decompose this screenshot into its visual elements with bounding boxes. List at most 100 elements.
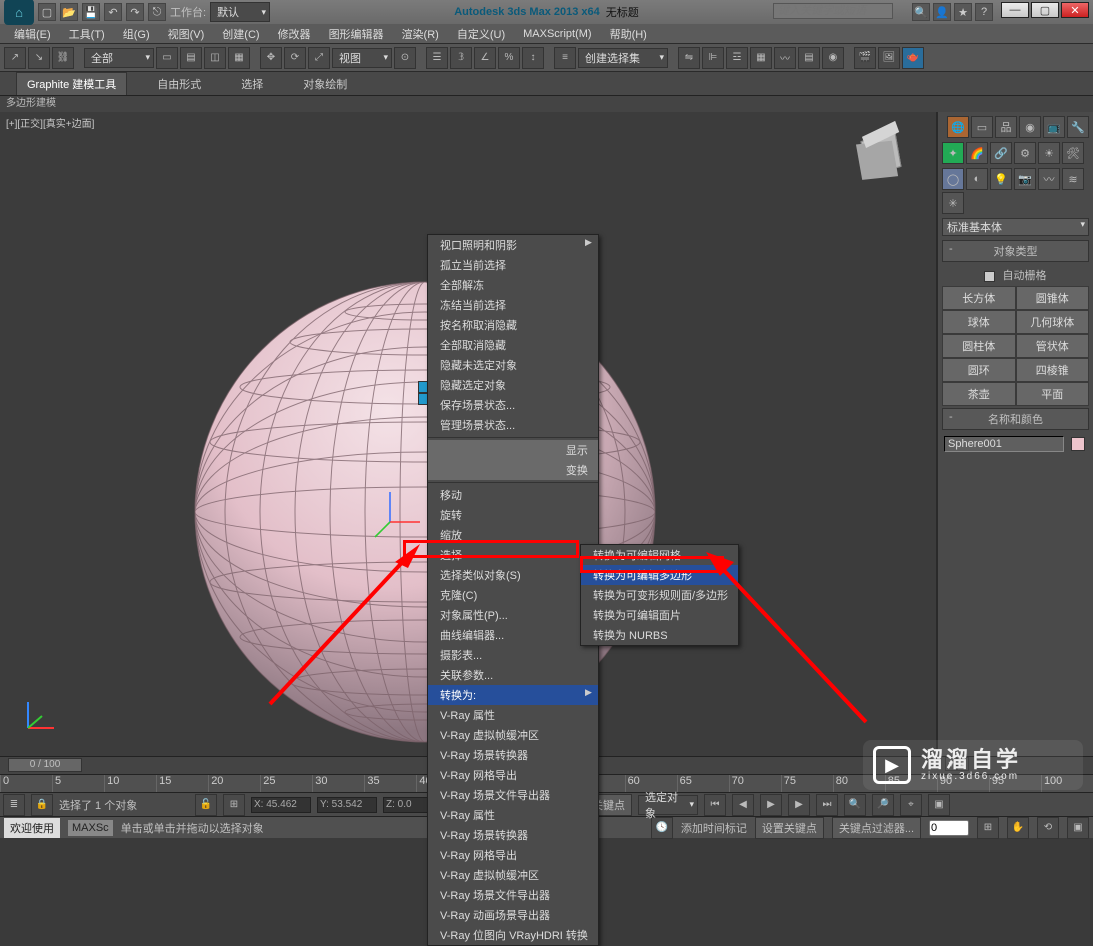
context-submenu[interactable]: 转换为可编辑网格转换为可编辑多边形转换为可变形规则面/多边形转换为可编辑面片转换… [580,544,739,646]
menu-编辑(E)[interactable]: 编辑(E) [6,24,59,44]
ctx-item[interactable]: V-Ray 网格导出 [428,765,598,785]
modify-tab-icon[interactable]: 🌈 [966,142,988,164]
unlink-tool-icon[interactable]: ↘ [28,47,50,69]
goto-start-icon[interactable]: ⏮ [704,794,726,816]
object-type-button[interactable]: 四棱锥 [1016,358,1090,382]
ctx-item[interactable]: 孤立当前选择 [428,255,598,275]
ctx-item[interactable]: 转换为: [428,685,598,705]
menu-自定义(U)[interactable]: 自定义(U) [449,24,513,44]
pivot-icon[interactable]: ⊙ [394,47,416,69]
lookup-icon[interactable]: 🔍 [912,3,930,21]
systems-icon[interactable]: ✳ [942,192,964,214]
play-icon[interactable]: ▶ [760,794,782,816]
material-icon[interactable]: ◉ [822,47,844,69]
save-icon[interactable]: 💾 [82,3,100,21]
util-tab-icon[interactable]: 🛠 [1062,142,1084,164]
motion-icon[interactable]: ◉ [1019,116,1041,138]
script-icon[interactable]: ≣ [3,794,25,816]
ctx-item[interactable]: 对象属性(P)... [428,605,598,625]
ribbon-tab[interactable]: 自由形式 [147,73,211,95]
render-frame-icon[interactable]: 🖼 [878,47,900,69]
menu-帮助(H)[interactable]: 帮助(H) [602,24,655,44]
ctx-item[interactable]: V-Ray 场景文件导出器 [428,885,598,905]
new-icon[interactable]: ▢ [38,3,56,21]
view-icon[interactable]: ▭ [971,116,993,138]
ctx-item[interactable]: V-Ray 场景转换器 [428,825,598,845]
object-type-button[interactable]: 长方体 [942,286,1016,310]
ctx-item[interactable]: V-Ray 网格导出 [428,845,598,865]
menu-修改器[interactable]: 修改器 [270,24,319,44]
ctx-item[interactable]: 全部取消隐藏 [428,335,598,355]
snap-icon[interactable]: 𝟛 [450,47,472,69]
setkey-button[interactable]: 设置关键点 [755,817,824,839]
select-name-icon[interactable]: ▤ [180,47,202,69]
ctx-item[interactable]: V-Ray 属性 [428,805,598,825]
hierarchy-icon[interactable]: 品 [995,116,1017,138]
viewcube[interactable] [856,130,906,180]
maximize-vp-icon[interactable]: ▣ [1067,817,1089,839]
angle-snap-icon[interactable]: ∠ [474,47,496,69]
sel-set-dropdown[interactable]: 创建选择集 [578,48,668,68]
abs-rel-icon[interactable]: ⊞ [223,794,245,816]
display-tab-icon[interactable]: ☀ [1038,142,1060,164]
redo-icon[interactable]: ↷ [126,3,144,21]
ctx-item[interactable]: 转换为可编辑网格 [581,545,738,565]
ctx-item[interactable]: 转换为可编辑多边形 [581,565,738,585]
object-type-button[interactable]: 圆锥体 [1016,286,1090,310]
ctx-item[interactable]: V-Ray 虚拟帧缓冲区 [428,725,598,745]
rotate-icon[interactable]: ⟳ [284,47,306,69]
ctx-item[interactable]: 冻结当前选择 [428,295,598,315]
menu-视图(V)[interactable]: 视图(V) [160,24,213,44]
ctx-item[interactable]: 转换为可编辑面片 [581,605,738,625]
rollout-object-type[interactable]: 对象类型 [942,240,1089,262]
x-input[interactable] [251,797,311,813]
shapes-icon[interactable]: ◐ [966,168,988,190]
render-setup-icon[interactable]: 🎬 [854,47,876,69]
helpers-icon[interactable]: 〰 [1038,168,1060,190]
menu-渲染(R)[interactable]: 渲染(R) [394,24,447,44]
search-input[interactable] [773,3,893,19]
hierarchy-tab-icon[interactable]: 🔗 [990,142,1012,164]
cameras-icon[interactable]: 📷 [1014,168,1036,190]
ctx-item[interactable]: 克隆(C) [428,585,598,605]
ctx-item[interactable]: 摄影表... [428,645,598,665]
selection-lock-icon[interactable]: 🔒 [31,794,53,816]
signin-icon[interactable]: 👤 [933,3,951,21]
ctx-item[interactable]: 隐藏未选定对象 [428,355,598,375]
maximize-button[interactable]: ▢ [1031,2,1059,18]
arc-rotate-icon[interactable]: ⟲ [1037,817,1059,839]
open-icon[interactable]: 📂 [60,3,78,21]
ctx-item[interactable]: 按名称取消隐藏 [428,315,598,335]
help-icon[interactable]: ? [975,3,993,21]
keymode-dropdown[interactable]: 选定对象 [638,795,698,815]
category-dropdown[interactable]: 标准基本体 [942,218,1089,236]
zoom-all-icon[interactable]: 🔎 [872,794,894,816]
ctx-item[interactable]: 管理场景状态... [428,415,598,435]
ctx-item[interactable]: 选择类似对象(S) [428,565,598,585]
layer-icon[interactable]: ☲ [726,47,748,69]
favorite-icon[interactable]: ★ [954,3,972,21]
timeconfig-icon[interactable]: ⊞ [977,817,999,839]
object-type-button[interactable]: 几何球体 [1016,310,1090,334]
maxview-icon[interactable]: ▣ [928,794,950,816]
refcoord-dropdown[interactable]: 视图 [332,48,392,68]
bind-tool-icon[interactable]: ⛓ [52,47,74,69]
graphite-icon[interactable]: ▦ [750,47,772,69]
frame-input[interactable] [929,820,969,836]
create-tab-icon[interactable]: ✦ [942,142,964,164]
move-icon[interactable]: ✥ [260,47,282,69]
ctx-item[interactable]: V-Ray 虚拟帧缓冲区 [428,865,598,885]
menu-组(G)[interactable]: 组(G) [115,24,158,44]
next-frame-icon[interactable]: ▶ [788,794,810,816]
color-swatch[interactable] [1071,437,1085,451]
object-type-button[interactable]: 平面 [1016,382,1090,406]
maxscript-button[interactable]: MAXSc [68,820,113,836]
menu-创建(C)[interactable]: 创建(C) [214,24,267,44]
curve-editor-icon[interactable]: 〰 [774,47,796,69]
lights-icon[interactable]: 💡 [990,168,1012,190]
mirror-icon[interactable]: ⇋ [678,47,700,69]
scale-icon[interactable]: ⤢ [308,47,330,69]
link-icon[interactable]: ⎋ [148,3,166,21]
utilities-icon[interactable]: 🔧 [1067,116,1089,138]
geom-icon[interactable]: ◯ [942,168,964,190]
